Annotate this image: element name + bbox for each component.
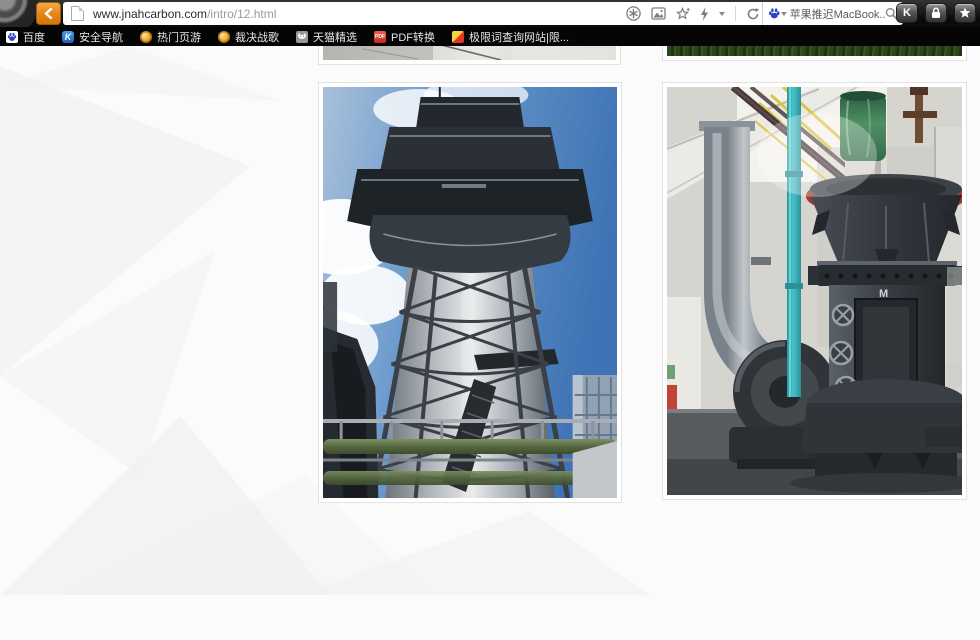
red-yellow-flag-icon [452, 31, 464, 43]
bookmark-label: 安全导航 [79, 29, 123, 45]
browser-window: www.jnahcarbon.com/intro/12.html [0, 0, 980, 640]
web-page-content: M [0, 46, 980, 595]
lock-button[interactable] [925, 3, 947, 23]
url-host: www.jnahcarbon.com [93, 7, 207, 21]
address-bar[interactable]: www.jnahcarbon.com/intro/12.html [63, 2, 903, 25]
search-engine-caret[interactable] [781, 12, 787, 19]
gold-coin-icon [218, 31, 230, 43]
bookmark-label: 极限词查询网站|限... [469, 29, 569, 45]
pdf-badge-icon: PDF [374, 31, 386, 43]
bookmark-baidu[interactable]: 百度 [6, 29, 45, 45]
bookmark-pdf[interactable]: PDF PDF转换 [374, 29, 435, 45]
k-shield-icon: K [62, 31, 74, 43]
bookmark-safe-nav[interactable]: K 安全导航 [62, 29, 123, 45]
page-favicon-icon [71, 6, 84, 21]
lock-icon [931, 7, 941, 19]
tools-dropdown-caret[interactable] [719, 12, 725, 19]
gold-coin-icon [140, 31, 152, 43]
divider [735, 6, 736, 21]
refresh-icon[interactable] [746, 7, 760, 21]
star-sparkle-icon[interactable] [676, 7, 690, 21]
raymond-mill-photo: M [667, 87, 962, 495]
bookmark-label: 百度 [23, 29, 45, 45]
url-path: /intro/12.html [207, 7, 276, 21]
url-text: www.jnahcarbon.com/intro/12.html [93, 7, 276, 21]
chrome-buttons: K [896, 3, 976, 23]
star-icon [959, 7, 971, 19]
factory-detail-partial-photo [323, 46, 616, 60]
bookmark-label: 热门页游 [157, 29, 201, 45]
bookmark-label: 裁决战歌 [235, 29, 279, 45]
bookmark-label: PDF转换 [391, 29, 435, 45]
fan-circle-icon[interactable] [626, 6, 641, 21]
tmall-cat-icon [296, 31, 308, 43]
gallery-photo-partial-1[interactable] [318, 46, 621, 65]
chevron-left-icon [44, 8, 53, 19]
gallery-photo-tower[interactable] [318, 82, 622, 503]
desulfurization-tower-photo [323, 87, 617, 498]
back-button[interactable] [36, 2, 61, 25]
bookmark-label: 天猫精选 [313, 29, 357, 45]
search-box[interactable]: 苹果推迟MacBook... [762, 2, 903, 25]
bookmark-caijue[interactable]: 裁决战歌 [218, 29, 279, 45]
lightning-icon[interactable] [700, 7, 709, 21]
favorites-button[interactable] [954, 3, 976, 23]
baidu-paw-icon [6, 31, 18, 43]
bookmarks-bar: 百度 K 安全导航 热门页游 裁决战歌 天猫精选 PDF [0, 27, 980, 46]
browser-chrome: www.jnahcarbon.com/intro/12.html [0, 0, 980, 27]
search-query: 苹果推迟MacBook... [790, 6, 886, 22]
image-icon[interactable] [651, 7, 666, 20]
k-button[interactable]: K [896, 3, 918, 23]
gallery-photo-partial-2[interactable] [662, 46, 967, 61]
grass-field-partial-photo [667, 46, 962, 56]
gallery-photo-mill[interactable]: M [662, 82, 967, 500]
bookmark-hot-games[interactable]: 热门页游 [140, 29, 201, 45]
bookmark-limit-words[interactable]: 极限词查询网站|限... [452, 29, 569, 45]
baidu-paw-icon[interactable] [768, 7, 781, 20]
address-bar-tools [626, 6, 762, 21]
bookmark-tmall[interactable]: 天猫精选 [296, 29, 357, 45]
